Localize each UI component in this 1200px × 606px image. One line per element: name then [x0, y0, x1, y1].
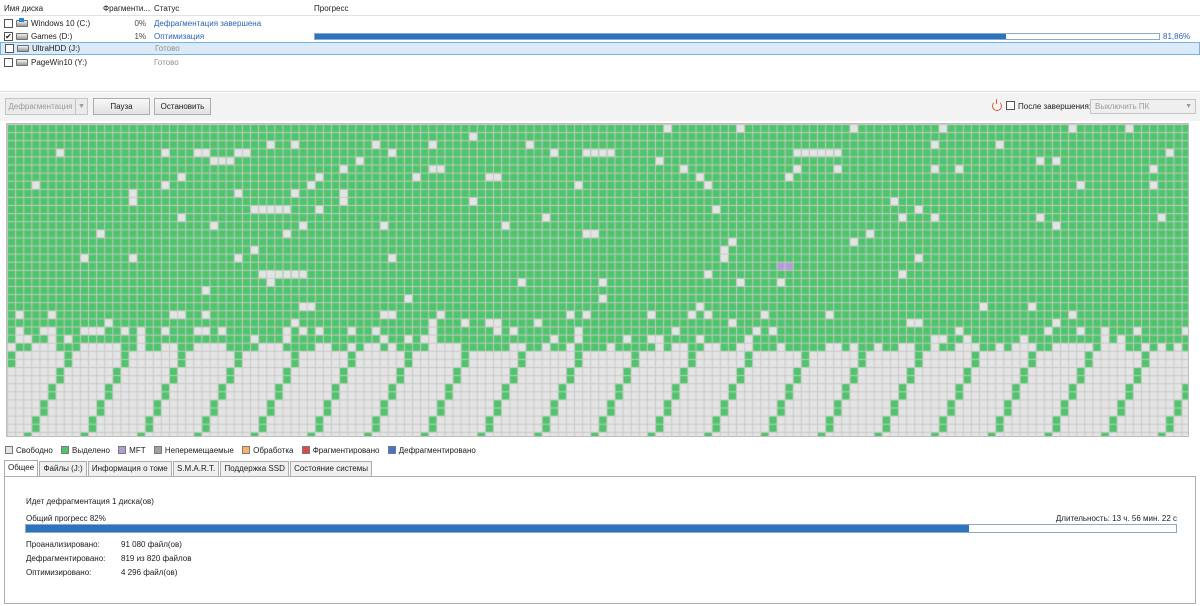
disk-list-header: Имя диска Фрагменти... Статус Прогресс	[0, 0, 1200, 16]
tab-system-state[interactable]: Состояние системы	[290, 461, 372, 477]
column-header-status[interactable]: Статус	[154, 4, 179, 13]
summary-heading: Идет дефрагментация 1 диска(ов)	[26, 497, 154, 506]
legend-swatch	[61, 446, 70, 454]
legend-swatch	[153, 446, 162, 454]
duration-label: Длительность: 13 ч. 56 мин. 22 с	[1055, 514, 1177, 523]
drive-icon	[16, 59, 28, 66]
disk-checkbox[interactable]	[4, 19, 13, 28]
after-completion-select[interactable]: Выключить ПК ▼	[1090, 99, 1196, 114]
legend-item-unmovable: Неперемещаемые	[153, 446, 234, 455]
disk-fragmentation: 1%	[134, 32, 146, 41]
legend-label: Обработка	[253, 446, 294, 455]
cluster-map-canvas[interactable]	[7, 124, 1188, 436]
disk-status: Дефрагментация завершена	[154, 19, 262, 28]
chevron-down-icon[interactable]: ▼	[75, 98, 88, 115]
disk-progress-bar	[314, 33, 1160, 40]
disk-list: Имя диска Фрагменти... Статус Прогресс W…	[0, 0, 1200, 92]
disk-progress-percent: 81,86%	[1163, 32, 1191, 41]
stat-optimized-label: Оптимизировано:	[26, 568, 92, 577]
tab-ssd-support[interactable]: Поддержка SSD	[220, 461, 289, 477]
tab-smart[interactable]: S.M.A.R.T.	[172, 461, 220, 477]
legend-swatch	[118, 446, 127, 454]
overall-progress-bar	[25, 524, 1177, 533]
disk-checkbox[interactable]: ✔	[4, 32, 13, 41]
map-legend: Свободно Выделено MFT Неперемещаемые Обр…	[5, 446, 482, 457]
disk-status: Готово	[154, 58, 179, 67]
tab-volume-info[interactable]: Информация о томе	[87, 461, 172, 477]
disk-row-j[interactable]: UltraHDD (J:) Готово	[0, 42, 1200, 55]
stop-button[interactable]: Остановить	[154, 98, 211, 115]
column-header-progress[interactable]: Прогресс	[314, 4, 348, 13]
overall-progress-fill	[26, 525, 969, 532]
legend-swatch	[242, 446, 251, 454]
drive-icon	[17, 45, 29, 52]
legend-label: Выделено	[72, 446, 110, 455]
toolbar: Дефрагментация ▼ Пауза Остановить После …	[0, 93, 1200, 121]
disk-status: Готово	[155, 44, 180, 53]
column-header-fragmentation[interactable]: Фрагменти...	[103, 4, 150, 13]
disk-row-y[interactable]: PageWin10 (Y:) Готово	[0, 56, 1200, 69]
legend-label: Неперемещаемые	[164, 446, 234, 455]
legend-item-defragmented: Дефрагментировано	[387, 446, 476, 455]
legend-item-free: Свободно	[5, 446, 53, 455]
legend-swatch	[387, 446, 396, 454]
legend-label: Свободно	[16, 446, 53, 455]
disk-name: PageWin10 (Y:)	[31, 58, 88, 67]
disk-name: Games (D:)	[31, 32, 73, 41]
disk-fragmentation: 0%	[134, 19, 146, 28]
after-completion-value: Выключить ПК	[1095, 102, 1150, 111]
legend-label: Дефрагментировано	[398, 446, 476, 455]
legend-label: Фрагментировано	[312, 446, 380, 455]
cluster-map[interactable]	[6, 123, 1189, 437]
overall-progress-label: Общий прогресс 82%	[26, 514, 106, 523]
after-completion-label: После завершения:	[1018, 102, 1092, 111]
tab-general[interactable]: Общее	[4, 460, 39, 477]
column-header-name[interactable]: Имя диска	[4, 4, 43, 13]
stat-analyzed-label: Проанализировано:	[26, 540, 100, 549]
general-panel: Идет дефрагментация 1 диска(ов) Общий пр…	[4, 476, 1196, 604]
disk-status: Оптимизация	[154, 32, 205, 41]
disk-checkbox[interactable]	[4, 58, 13, 67]
disk-checkbox[interactable]	[5, 44, 14, 53]
legend-swatch	[5, 446, 13, 454]
info-tabs: Общее Файлы (J:) Информация о томе S.M.A…	[4, 460, 372, 477]
legend-item-mft: MFT	[118, 446, 146, 455]
chevron-down-icon: ▼	[1185, 103, 1192, 110]
stat-optimized-value: 4 296 файл(ов)	[121, 568, 178, 577]
tab-files[interactable]: Файлы (J:)	[39, 461, 87, 477]
stat-defragmented-value: 819 из 820 файлов	[121, 554, 192, 563]
legend-item-processing: Обработка	[242, 446, 293, 455]
power-icon	[992, 99, 1002, 111]
disk-progress-fill	[315, 34, 1006, 39]
pause-button[interactable]: Пауза	[93, 98, 150, 115]
windows-drive-icon	[16, 18, 28, 27]
after-completion-checkbox[interactable]	[1006, 101, 1015, 110]
legend-swatch	[301, 446, 310, 454]
legend-item-allocated: Выделено	[61, 446, 110, 455]
stat-analyzed-value: 91 080 файл(ов)	[121, 540, 182, 549]
disk-name: UltraHDD (J:)	[32, 44, 80, 53]
stat-defragmented-label: Дефрагментировано:	[26, 554, 106, 563]
disk-row-c[interactable]: Windows 10 (C:) 0% Дефрагментация заверш…	[0, 17, 1200, 30]
drive-icon	[16, 33, 28, 40]
legend-item-fragmented: Фрагментировано	[301, 446, 380, 455]
defragment-button[interactable]: Дефрагментация	[5, 98, 76, 115]
legend-label: MFT	[129, 446, 146, 455]
disk-name: Windows 10 (C:)	[31, 19, 91, 28]
